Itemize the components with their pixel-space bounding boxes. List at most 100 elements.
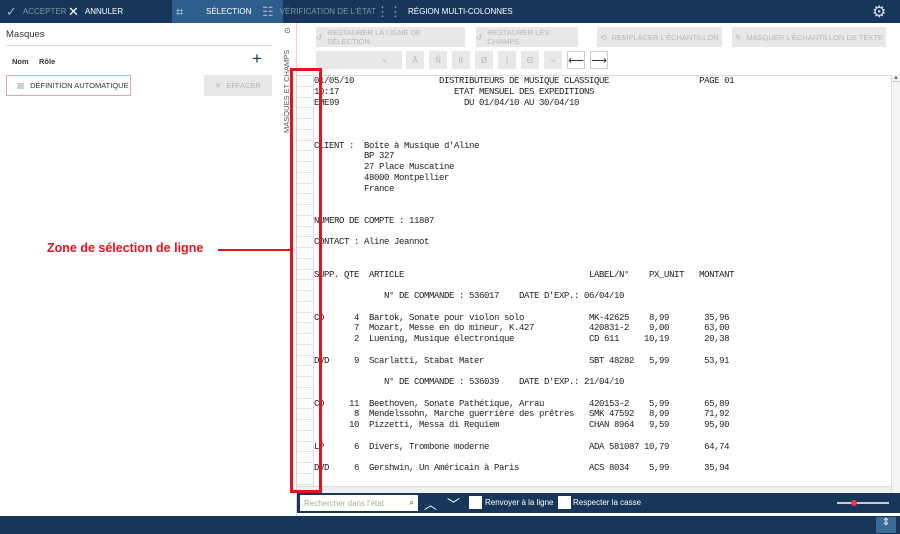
column-name: Nom <box>12 57 29 66</box>
report-line <box>314 280 734 291</box>
wrap-checkbox[interactable] <box>469 496 482 509</box>
report-line <box>314 452 734 463</box>
report-line <box>314 248 734 259</box>
tab-selection-label: SÉLECTION <box>206 7 252 16</box>
report-line <box>314 227 734 238</box>
replace-icon: ⟲ <box>600 32 607 42</box>
restore-line-button[interactable]: ↺ RESTAURER LA LIGNE DE SÉLECTION <box>316 27 465 47</box>
divider <box>6 45 272 46</box>
report-line <box>314 130 734 141</box>
report-line <box>314 205 734 216</box>
search-bar: Rechercher dans l'état ⌕ ︿ ﹀ Renvoyer à l… <box>297 493 900 513</box>
report-line: 8 Mendelssohn, Marche guerrière des prêt… <box>314 409 730 420</box>
char-button[interactable]: | <box>498 51 516 69</box>
arrow-right-button[interactable]: ⟶ <box>590 51 608 69</box>
report-line: BP 327 <box>314 151 395 162</box>
horizontal-scrollbar[interactable] <box>297 486 891 493</box>
char-button[interactable]: ß <box>452 51 470 69</box>
report-view: 01/05/10 DISTRIBUTEURS DE MUSIQUE CLASSI… <box>297 75 891 486</box>
search-icon: ⌕ <box>409 498 414 507</box>
annotation-highlight-box <box>290 68 322 493</box>
report-line: CLIENT : Boîte à Musique d'Aline <box>314 140 480 151</box>
report-line <box>314 345 734 356</box>
char-button[interactable]: Ñ <box>429 51 447 69</box>
auto-definition-button[interactable]: ▤ DÉFINITION AUTOMATIQUE <box>6 75 131 96</box>
tab-multicolumn[interactable]: ⋮⋮ RÉGION MULTI-COLONNES <box>376 0 513 23</box>
replace-sample-button[interactable]: ⟲ REMPLACER L'ÉCHANTILLON <box>597 27 722 47</box>
char-button[interactable]: Ø <box>475 51 493 69</box>
hide-sample-button[interactable]: ✎ MASQUER L'ÉCHANTILLON DE TEXTE <box>732 27 886 47</box>
char-button[interactable]: Θ <box>521 51 539 69</box>
clear-label: EFFACER <box>226 81 261 90</box>
search-input[interactable]: Rechercher dans l'état ⌕ <box>300 495 418 511</box>
column-role: Rôle <box>39 57 56 66</box>
undo-icon: ↺ <box>316 32 323 42</box>
report-line <box>314 388 734 399</box>
zoom-slider[interactable] <box>837 500 889 506</box>
character-dropdown[interactable]: ⌄ <box>316 51 402 69</box>
annotation-pointer <box>218 249 290 251</box>
cancel-label: ANNULER <box>84 7 124 16</box>
next-match-button[interactable]: ﹀ <box>447 494 460 513</box>
zoom-slider-handle[interactable] <box>851 500 857 506</box>
check-icon: ✓ <box>6 3 17 19</box>
columns-icon: ⋮⋮ <box>376 3 402 19</box>
report-line: 27 Place Muscatine <box>314 162 455 172</box>
report-line: 01/05/10 DISTRIBUTEURS DE MUSIQUE CLASSI… <box>314 76 735 86</box>
restore-fields-label: RESTAURER LES CHAMPS <box>487 28 550 46</box>
previous-match-button[interactable]: ︿ <box>424 494 437 513</box>
report-line: CD 4 Bartok, Sonate pour violon solo MK-… <box>314 312 730 323</box>
hide-sample-label: MASQUER L'ÉCHANTILLON DE TEXTE <box>746 32 884 42</box>
report-line <box>314 194 734 205</box>
report-line: LP 6 Divers, Trombone moderne ADA 581087… <box>314 441 730 452</box>
report-line: 48000 Montpellier <box>314 172 450 183</box>
wrap-label: Renvoyer à la ligne <box>485 498 554 507</box>
accept-button[interactable]: ✓ ACCEPTER <box>6 0 66 23</box>
tab-verification[interactable]: ☷ VÉRIFICATION DE L'ÉTAT <box>262 0 376 23</box>
report-line: DVD 9 Scarlatti, Stabat Mater SBT 48282 … <box>314 355 730 366</box>
close-icon: ✕ <box>68 3 79 19</box>
report-line <box>314 302 734 313</box>
report-line <box>314 108 734 119</box>
report-line <box>314 259 734 270</box>
close-icon: ✕ <box>215 81 222 90</box>
masks-panel: Masques Nom Rôle + ▤ DÉFINITION AUTOMATIQ… <box>0 23 280 516</box>
report-line: 10 Pizzetti, Messa di Requiem CHAN 8964 … <box>314 420 730 430</box>
vertical-scrollbar[interactable]: ▲ <box>891 75 900 493</box>
search-placeholder: Rechercher dans l'état <box>304 498 384 508</box>
auto-definition-icon: ▤ <box>17 81 25 90</box>
replace-sample-label: REMPLACER L'ÉCHANTILLON <box>611 32 719 42</box>
clear-button[interactable]: ✕ EFFACER <box>204 75 272 96</box>
pin-icon[interactable]: ⊙ <box>284 26 291 35</box>
match-case-label: Respecter la casse <box>573 498 642 507</box>
report-line: 2 Luening, Musique électronique CD 611 1… <box>314 334 730 344</box>
status-bar: ⇕ <box>0 516 900 534</box>
gear-icon[interactable]: ⚙ <box>872 0 886 23</box>
cancel-button[interactable]: ✕ ANNULER <box>68 0 123 23</box>
report-line: CD 11 Beethoven, Sonate Pathétique, Arra… <box>314 398 730 409</box>
edit-icon: ✎ <box>734 32 742 42</box>
match-case-checkbox[interactable] <box>558 496 571 509</box>
report-line <box>314 119 734 130</box>
report-line: 7 Mozart, Messe en do mineur, K.427 4208… <box>314 323 730 334</box>
annotation-label: Zone de sélection de ligne <box>47 241 204 255</box>
char-button[interactable]: Ā <box>406 51 424 69</box>
auto-definition-label: DÉFINITION AUTOMATIQUE <box>30 81 129 90</box>
accept-label: ACCEPTER <box>22 7 67 16</box>
report-line: 10:17 ETAT MENSUEL DES EXPEDITIONS <box>314 86 595 97</box>
restore-line-label: RESTAURER LA LIGNE DE SÉLECTION <box>327 28 421 46</box>
report-line: NUMERO DE COMPTE : 11887 <box>314 215 435 226</box>
checklist-icon: ☷ <box>262 3 274 19</box>
restore-fields-button[interactable]: ↺ RESTAURER LES CHAMPS <box>476 27 578 47</box>
tab-verification-label: VÉRIFICATION DE L'ÉTAT <box>279 7 376 16</box>
report-line: N° DE COMMANDE : 536039 DATE D'EXP.: 21/… <box>314 377 625 387</box>
add-mask-button[interactable]: + <box>252 49 262 69</box>
undo-icon: ↺ <box>476 32 483 42</box>
report-line: SUPP. QTE ARTICLE LABEL/N° PX_UNIT MONTA… <box>314 269 735 280</box>
report-line: N° DE COMMANDE : 536017 DATE D'EXP.: 06/… <box>314 291 625 301</box>
char-button[interactable]: ¬ <box>544 51 562 69</box>
arrow-left-button[interactable]: ⟵ <box>567 51 585 69</box>
report-lines: 01/05/10 DISTRIBUTEURS DE MUSIQUE CLASSI… <box>314 76 734 474</box>
fit-height-button[interactable]: ⇕ <box>876 517 896 533</box>
report-line: France <box>314 183 395 194</box>
